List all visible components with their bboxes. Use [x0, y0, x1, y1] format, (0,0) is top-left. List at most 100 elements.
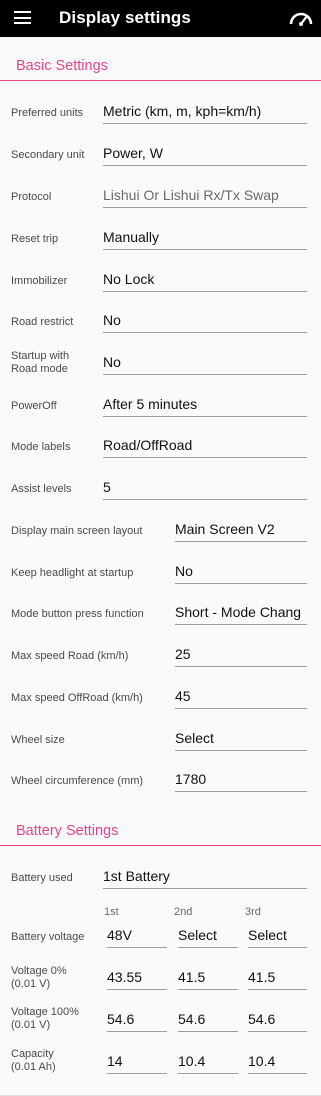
battery-settings-title: Battery Settings — [16, 823, 119, 839]
mode-button-select[interactable]: Short - Mode Chang — [175, 600, 307, 625]
voltage-0-2-input[interactable]: 41.5 — [178, 965, 238, 990]
assist-levels-label: Assist levels — [11, 483, 72, 495]
voltage-100-1-input[interactable]: 54.6 — [107, 1007, 167, 1032]
voltage-0-label: Voltage 0% (0.01 V) — [11, 965, 67, 991]
voltage-0-1-value: 43.55 — [107, 969, 143, 985]
voltage-0-label-line1: Voltage 0% — [11, 965, 67, 977]
mode-labels-select[interactable]: Road/OffRoad — [103, 433, 307, 458]
mode-labels-label: Mode labels — [11, 441, 71, 453]
capacity-1-value: 14 — [107, 1053, 123, 1069]
basic-settings-title: Basic Settings — [16, 58, 108, 74]
voltage-100-label-line2: (0.01 V) — [11, 1019, 51, 1031]
power-off-select[interactable]: After 5 minutes — [103, 392, 307, 417]
secondary-unit-label: Secondary unit — [11, 149, 85, 161]
capacity-2-input[interactable]: 10.4 — [178, 1049, 238, 1074]
voltage-100-1-value: 54.6 — [107, 1011, 135, 1027]
reset-trip-select[interactable]: Manually — [103, 225, 307, 250]
mode-labels-value: Road/OffRoad — [103, 437, 193, 453]
capacity-3-value: 10.4 — [248, 1053, 276, 1069]
immobilizer-label: Immobilizer — [11, 275, 68, 287]
voltage-100-2-input[interactable]: 54.6 — [178, 1007, 238, 1032]
startup-road-mode-label-line2: Road mode — [11, 363, 68, 375]
power-off-label: PowerOff — [11, 400, 57, 412]
max-speed-road-label: Max speed Road (km/h) — [11, 650, 129, 662]
startup-road-mode-value: No — [103, 354, 121, 370]
battery-used-select[interactable]: 1st Battery — [103, 864, 307, 889]
assist-levels-select[interactable]: 5 — [103, 475, 307, 500]
voltage-100-3-input[interactable]: 54.6 — [248, 1007, 307, 1032]
page-title: Display settings — [59, 8, 191, 27]
preferred-units-value: Metric (km, m, kph=km/h) — [103, 103, 262, 119]
capacity-2-value: 10.4 — [178, 1053, 206, 1069]
startup-road-mode-label: Startup with Road mode — [11, 350, 69, 376]
secondary-unit-select[interactable]: Power, W — [103, 141, 307, 166]
preferred-units-label: Preferred units — [11, 107, 84, 119]
column-header-1st: 1st — [104, 906, 119, 918]
speedometer-icon[interactable] — [289, 8, 313, 28]
main-layout-label: Display main screen layout — [11, 525, 143, 537]
capacity-label: Capacity (0.01 Ah) — [11, 1048, 56, 1074]
basic-settings-header: Basic Settings — [0, 37, 321, 81]
voltage-0-label-line2: (0.01 V) — [11, 978, 51, 990]
wheel-circumference-label: Wheel circumference (mm) — [11, 775, 144, 787]
battery-voltage-label: Battery voltage — [11, 931, 85, 943]
protocol-label: Protocol — [11, 191, 52, 203]
battery-voltage-1-value: 48V — [107, 927, 132, 943]
voltage-0-3-input[interactable]: 41.5 — [248, 965, 307, 990]
battery-used-value: 1st Battery — [103, 868, 170, 884]
battery-voltage-2-select[interactable]: Select — [178, 923, 238, 948]
max-speed-offroad-label: Max speed OffRoad (km/h) — [11, 692, 143, 704]
mode-button-value: Short - Mode Chang — [175, 604, 302, 620]
voltage-100-2-value: 54.6 — [178, 1011, 206, 1027]
wheel-size-label: Wheel size — [11, 734, 65, 746]
assist-levels-value: 5 — [103, 479, 111, 495]
capacity-label-line1: Capacity — [11, 1048, 54, 1060]
voltage-100-3-value: 54.6 — [248, 1011, 276, 1027]
column-header-2nd: 2nd — [174, 906, 193, 918]
battery-voltage-3-select[interactable]: Select — [248, 923, 307, 948]
reset-trip-label: Reset trip — [11, 233, 59, 245]
max-speed-road-input[interactable]: 25 — [175, 642, 307, 667]
voltage-0-1-input[interactable]: 43.55 — [107, 965, 167, 990]
headlight-value: No — [175, 563, 193, 579]
max-speed-offroad-value: 45 — [175, 688, 191, 704]
headlight-label: Keep headlight at startup — [11, 567, 134, 579]
app-bar: Display settings — [0, 0, 321, 37]
startup-road-mode-select[interactable]: No — [103, 350, 307, 375]
secondary-unit-value: Power, W — [103, 145, 163, 161]
battery-voltage-3-value: Select — [248, 927, 287, 943]
wheel-circumference-input[interactable]: 1780 — [175, 767, 307, 792]
battery-used-label: Battery used — [11, 872, 73, 884]
max-speed-offroad-input[interactable]: 45 — [175, 684, 307, 709]
protocol-select[interactable]: Lishui Or Lishui Rx/Tx Swap — [103, 183, 307, 208]
headlight-select[interactable]: No — [175, 559, 307, 584]
wheel-size-value: Select — [175, 730, 214, 746]
protocol-value: Lishui Or Lishui Rx/Tx Swap — [103, 187, 279, 203]
preferred-units-select[interactable]: Metric (km, m, kph=km/h) — [103, 99, 307, 124]
voltage-100-label-line1: Voltage 100% — [11, 1006, 79, 1018]
voltage-100-label: Voltage 100% (0.01 V) — [11, 1006, 79, 1032]
road-restrict-select[interactable]: No — [103, 308, 307, 333]
voltage-0-3-value: 41.5 — [248, 969, 276, 985]
reset-trip-value: Manually — [103, 229, 160, 245]
capacity-1-input[interactable]: 14 — [107, 1049, 167, 1074]
voltage-0-2-value: 41.5 — [178, 969, 206, 985]
startup-road-mode-label-line1: Startup with — [11, 350, 70, 362]
capacity-label-line2: (0.01 Ah) — [11, 1061, 56, 1073]
battery-voltage-1-select[interactable]: 48V — [107, 923, 167, 948]
column-header-3rd: 3rd — [245, 906, 261, 918]
main-layout-value: Main Screen V2 — [175, 521, 275, 537]
hamburger-menu-icon[interactable] — [14, 11, 31, 24]
battery-settings-header: Battery Settings — [0, 802, 321, 846]
wheel-size-select[interactable]: Select — [175, 726, 307, 751]
immobilizer-value: No Lock — [103, 271, 155, 287]
road-restrict-label: Road restrict — [11, 316, 74, 328]
max-speed-road-value: 25 — [175, 646, 191, 662]
main-layout-select[interactable]: Main Screen V2 — [175, 517, 307, 542]
capacity-3-input[interactable]: 10.4 — [248, 1049, 307, 1074]
power-off-value: After 5 minutes — [103, 396, 198, 412]
immobilizer-select[interactable]: No Lock — [103, 267, 307, 292]
road-restrict-value: No — [103, 312, 121, 328]
mode-button-label: Mode button press function — [11, 608, 144, 620]
wheel-circumference-value: 1780 — [175, 771, 207, 787]
